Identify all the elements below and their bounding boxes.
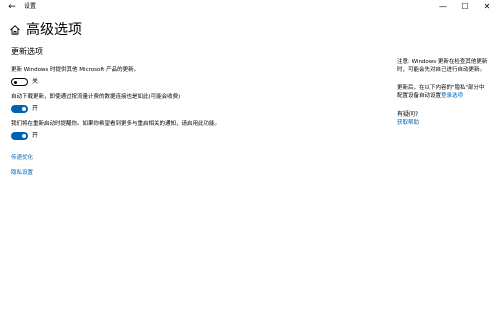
option-label-restart-notify: 我们将在重新启动时提醒你。如果你希望看到更多与重启相关的通知，请启用此功能。 bbox=[11, 121, 221, 127]
delivery-optimization-link[interactable]: 传递优化 bbox=[11, 154, 33, 162]
toggle-state-other-products: 关 bbox=[32, 78, 39, 85]
sidebar-question-heading: 有疑问? bbox=[397, 111, 419, 118]
toggle-restart-notify[interactable] bbox=[11, 132, 28, 140]
sidebar-privacy-line-2: 配置设备自动设置登录选项 bbox=[397, 92, 497, 100]
sidebar-privacy-prefix: 配置设备自动设置 bbox=[397, 93, 442, 99]
sidebar-privacy-line-1: 更新后，在以下内容的"隐私"部分中 bbox=[397, 85, 485, 91]
sidebar-note-line-2: 时，可能会先对自己进行自动更新。 bbox=[397, 67, 486, 73]
title-bar: ← 设置 — ☐ ✕ bbox=[0, 0, 500, 14]
option-label-other-products: 更新 Windows 时提供其他 Microsoft 产品的更新。 bbox=[11, 67, 140, 73]
toggle-knob bbox=[22, 107, 26, 111]
back-arrow-icon[interactable]: ← bbox=[6, 1, 18, 13]
close-button[interactable]: ✕ bbox=[476, 0, 498, 14]
toggle-metered-download[interactable] bbox=[11, 105, 28, 113]
sign-in-options-link[interactable]: 登录选项 bbox=[441, 93, 463, 99]
section-heading-update-options: 更新选项 bbox=[11, 47, 43, 56]
toggle-state-metered-download: 开 bbox=[32, 105, 39, 112]
toggle-other-products[interactable] bbox=[11, 78, 28, 86]
get-help-link[interactable]: 获取帮助 bbox=[397, 119, 419, 127]
page-title: 高级选项 bbox=[26, 22, 82, 38]
maximize-button[interactable]: ☐ bbox=[454, 0, 476, 14]
home-icon[interactable] bbox=[9, 24, 21, 36]
toggle-knob bbox=[22, 134, 26, 138]
privacy-settings-link[interactable]: 隐私设置 bbox=[11, 169, 33, 177]
toggle-knob bbox=[14, 80, 17, 84]
option-label-metered-download: 自动下载更新，即使通过按流量计费的数据连接也是如此(可能会收费) bbox=[11, 94, 181, 100]
minimize-button[interactable]: — bbox=[432, 0, 454, 14]
app-title: 设置 bbox=[24, 3, 37, 10]
toggle-state-restart-notify: 开 bbox=[32, 132, 39, 139]
sidebar-note-line-1: 注意: Windows 更新在检查其他更新 bbox=[397, 59, 488, 65]
